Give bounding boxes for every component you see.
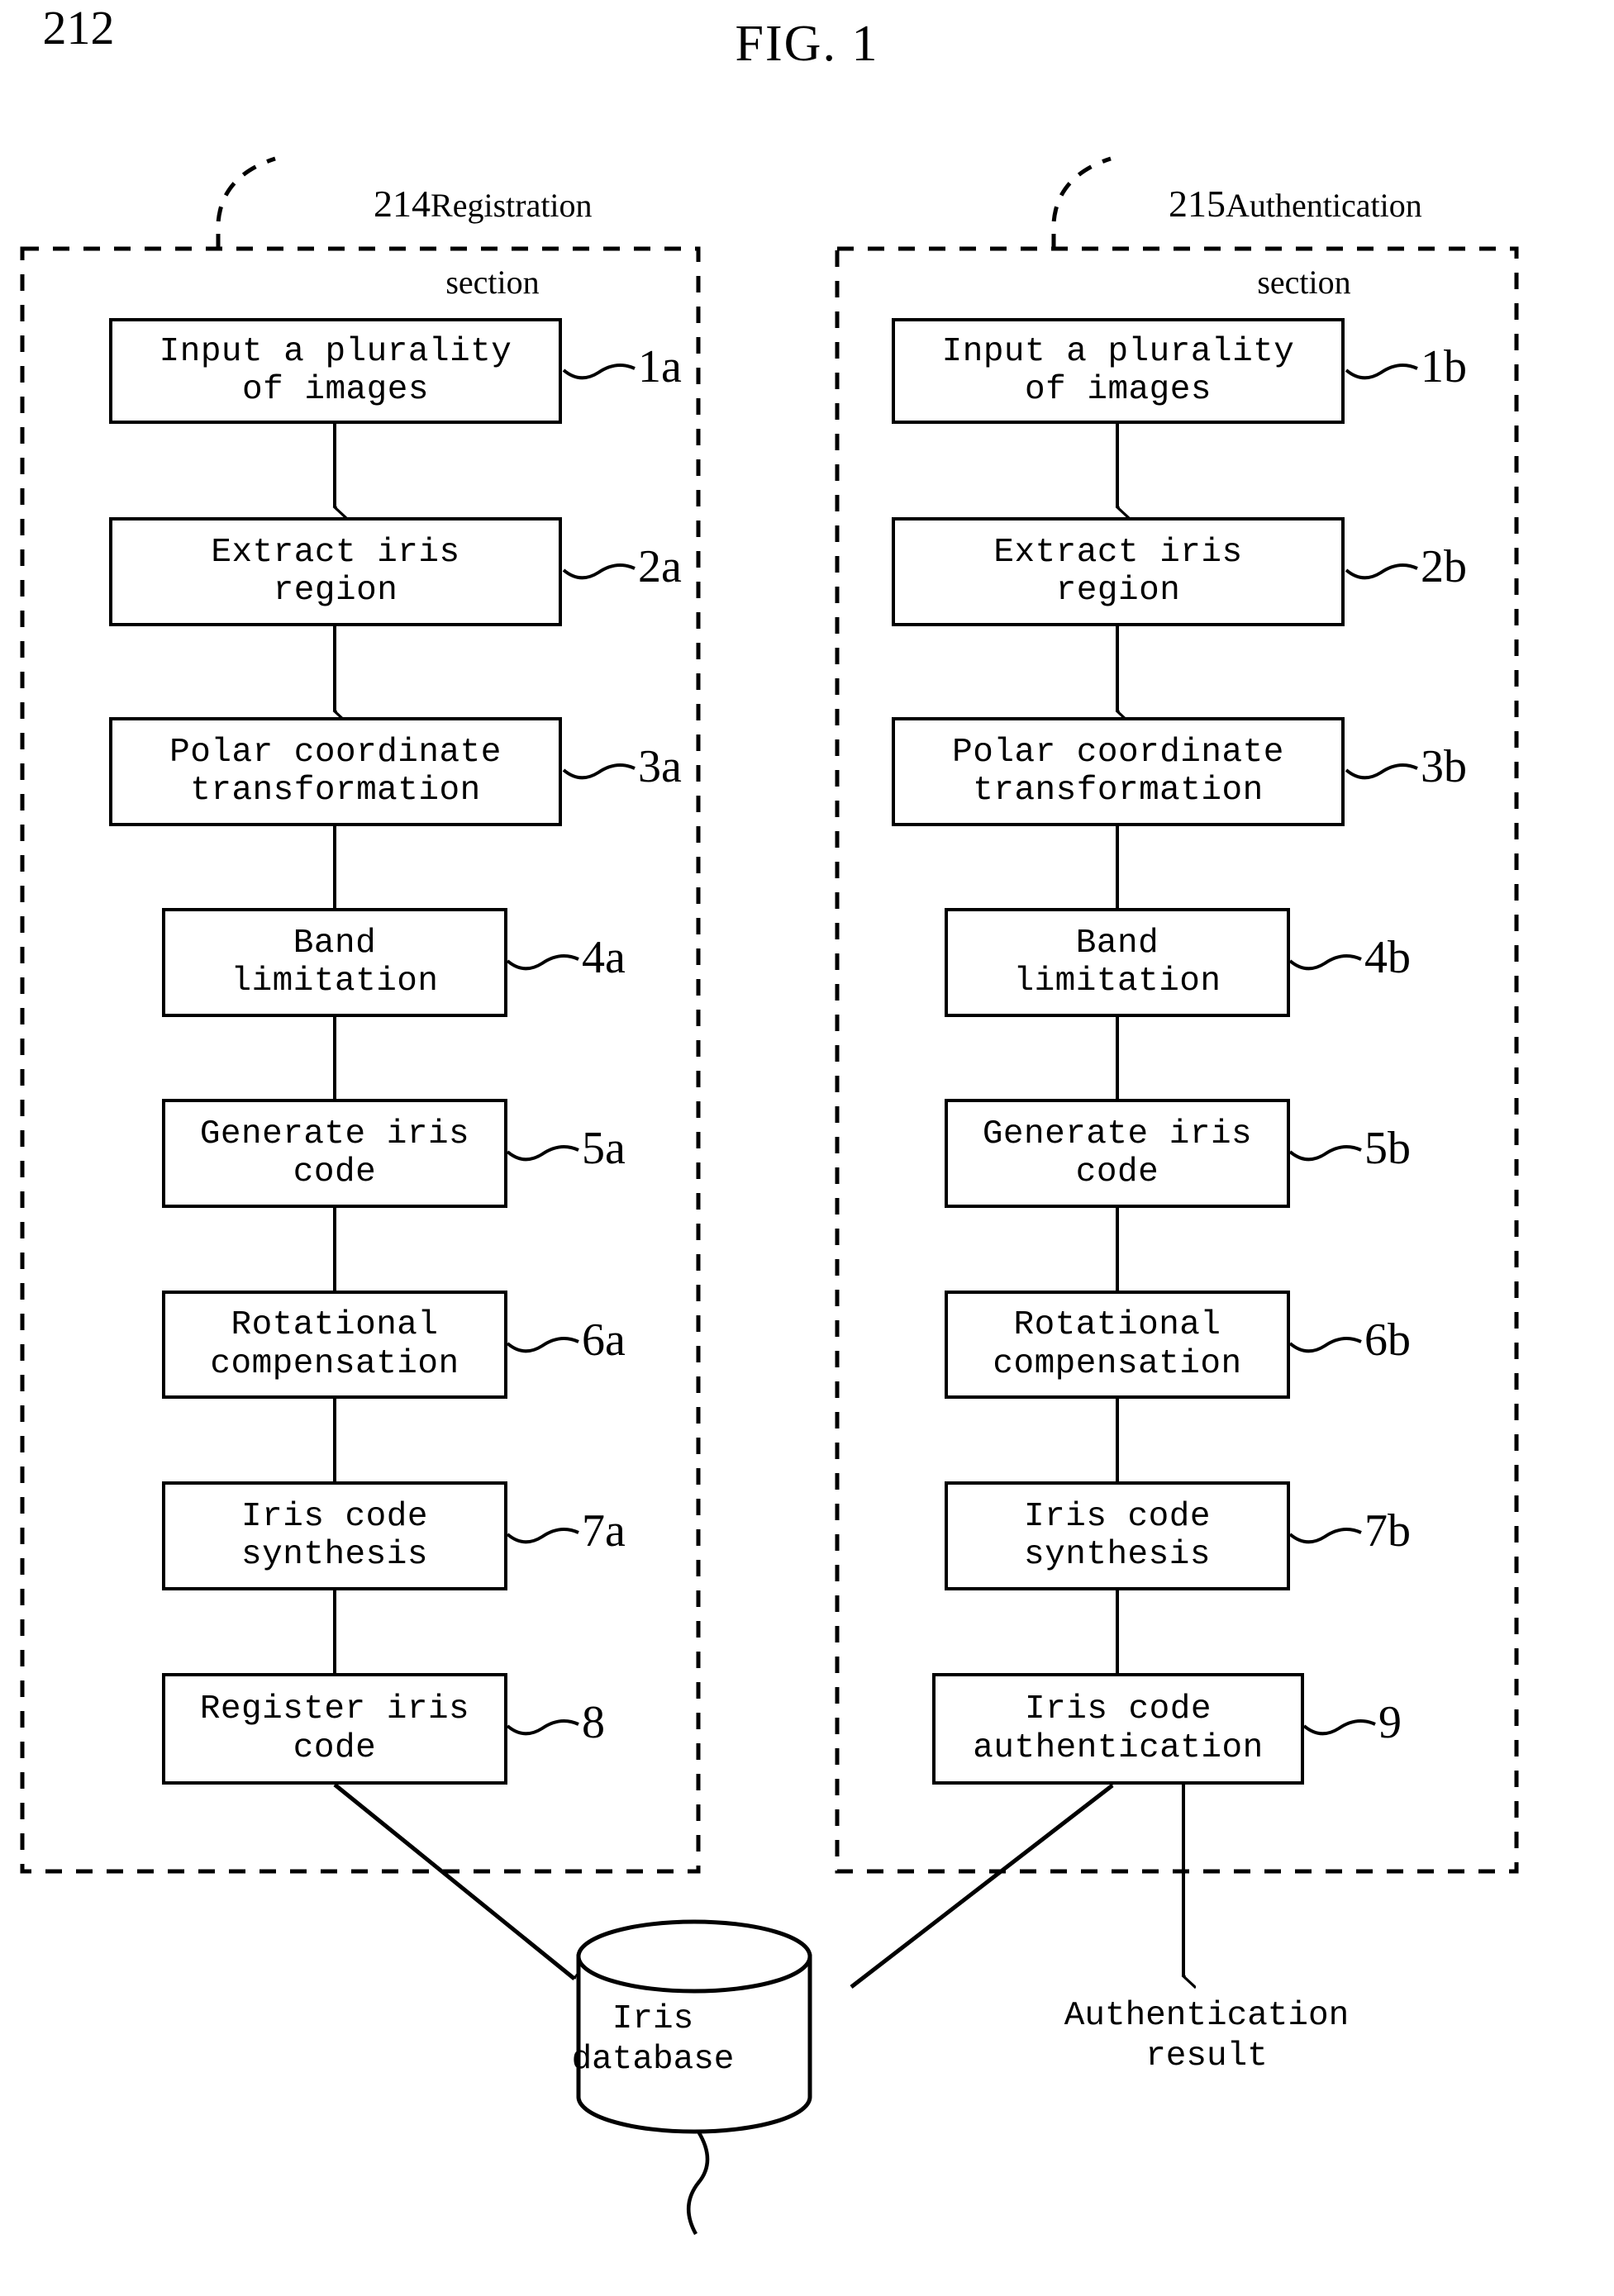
ref-label-3b: 3b [1421, 741, 1467, 792]
registration-section-frame [20, 246, 701, 1874]
step-box-iris-code-synthesis-authentication: Iris code synthesis [945, 1481, 1290, 1590]
ref-label-5a: 5a [582, 1123, 626, 1174]
step-box-extract-iris-authentication: Extract iris region [892, 517, 1345, 626]
registration-section-label-line1: Registration [431, 186, 593, 224]
database-to-authentication-arrow [850, 1785, 1114, 1989]
ref-label-1b: 1b [1421, 341, 1467, 392]
patent-figure: FIG. 1 214Registration section 215Authen… [0, 0, 1614, 2296]
step-box-band-limitation-registration: Band limitation [162, 908, 507, 1017]
step-box-extract-iris-registration: Extract iris region [109, 517, 562, 626]
authentication-ref-number: 215 [1169, 182, 1226, 225]
step-box-band-limitation-authentication: Band limitation [945, 908, 1290, 1017]
step-box-generate-iris-code-authentication: Generate iris code [945, 1099, 1290, 1208]
authentication-result-label: Authentication result [1064, 1997, 1350, 2076]
step-box-polar-transform-authentication: Polar coordinate transformation [892, 717, 1345, 826]
step-box-register-iris-code: Register iris code [162, 1673, 507, 1785]
step-box-input-images-authentication: Input a plurality of images [892, 318, 1345, 424]
database-ref-leader [686, 2130, 710, 2236]
ref-label-6b: 6b [1364, 1314, 1411, 1366]
step-box-rotational-compensation-registration: Rotational compensation [162, 1291, 507, 1399]
ref-label-1a: 1a [638, 341, 682, 392]
ref-label-6a: 6a [582, 1314, 626, 1366]
ref-label-2a: 2a [638, 541, 682, 592]
ref-label-4a: 4a [582, 932, 626, 983]
ref-label-8: 8 [582, 1697, 605, 1748]
registration-ref-number: 214 [374, 182, 431, 225]
authentication-section-label-line1: Authentication [1226, 186, 1422, 224]
authentication-section-label-line2: section [1257, 264, 1351, 302]
step-box-iris-code-synthesis-registration: Iris code synthesis [162, 1481, 507, 1590]
ref-label-2b: 2b [1421, 541, 1467, 592]
ref-label-9: 9 [1378, 1697, 1402, 1748]
register-to-database-arrow [333, 1783, 574, 1980]
registration-section-label-line2: section [445, 264, 540, 302]
step-box-generate-iris-code-registration: Generate iris code [162, 1099, 507, 1208]
ref-label-3a: 3a [638, 741, 682, 792]
step-box-input-images-registration: Input a plurality of images [109, 318, 562, 424]
step-box-polar-transform-registration: Polar coordinate transformation [109, 717, 562, 826]
registration-leader-line [216, 156, 276, 249]
iris-database-label: Iris database [571, 2000, 735, 2080]
step-box-rotational-compensation-authentication: Rotational compensation [945, 1291, 1290, 1399]
ref-label-7b: 7b [1364, 1505, 1411, 1557]
ref-label-7a: 7a [582, 1505, 626, 1557]
step-box-iris-code-authentication: Iris code authentication [932, 1673, 1304, 1785]
ref-label-5b: 5b [1364, 1123, 1411, 1174]
ref-label-4b: 4b [1364, 932, 1411, 983]
authentication-section-frame [835, 246, 1519, 1874]
